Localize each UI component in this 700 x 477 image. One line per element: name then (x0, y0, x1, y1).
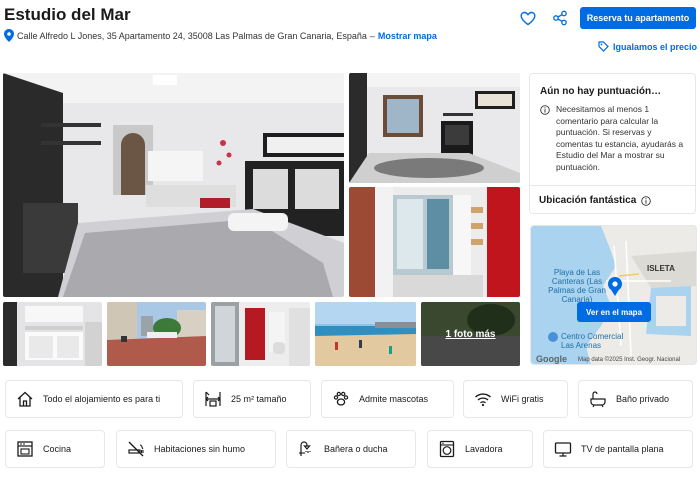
facility-label: Habitaciones sin humo (154, 444, 246, 454)
facility-size: 25 m² tamaño (193, 380, 311, 418)
no-smoking-icon (126, 439, 146, 459)
property-title: Estudio del Mar (4, 5, 131, 24)
map-label-mall: Centro Comercial Las Arenas (561, 332, 624, 350)
show-map-link[interactable]: Mostrar mapa (378, 31, 437, 41)
score-card-body: Necesitamos al menos 1 comentario para c… (540, 104, 690, 173)
map-label-beach: Playa de Las Canteras (Las Palmas de Gra… (548, 268, 606, 304)
street-image (107, 302, 206, 366)
facility-kitchen: Cocina (5, 430, 105, 468)
beach-photo[interactable] (315, 302, 416, 366)
share-button[interactable] (551, 9, 569, 27)
hallway-image (211, 302, 310, 366)
facility-entire-place: Todo el alojamiento es para ti (5, 380, 183, 418)
stove-icon (15, 439, 35, 459)
paw-icon (331, 389, 351, 409)
bathroom-photo[interactable] (349, 187, 520, 297)
facility-wifi: WiFi gratis (463, 380, 568, 418)
facility-non-smoking: Habitaciones sin humo (116, 430, 276, 468)
price-match-link[interactable]: Igualamos el precio (598, 41, 697, 52)
show-on-map-button[interactable]: Ver en el mapa (577, 302, 651, 322)
kitchen-photo[interactable] (3, 302, 102, 366)
facility-label: Todo el alojamiento es para ti (43, 394, 161, 404)
score-card-text: Necesitamos al menos 1 comentario para c… (556, 104, 684, 172)
bathroom-image (349, 187, 520, 297)
facility-pets: Admite mascotas (321, 380, 454, 418)
review-score-card: Aún no hay puntuación… Necesitamos al me… (529, 73, 696, 214)
living-room-photo[interactable] (349, 73, 520, 183)
kitchen-image (3, 302, 102, 366)
more-photos-button[interactable]: 1 foto más (421, 302, 520, 366)
facility-label: WiFi gratis (501, 394, 544, 404)
main-photo[interactable] (3, 73, 344, 297)
google-logo: Google (536, 354, 567, 364)
price-tag-icon (598, 41, 609, 52)
location-info-icon[interactable] (641, 195, 652, 206)
map-data-credit: Map data ©2025 Inst. Geogr. Nacional (578, 357, 681, 363)
beach-image (315, 302, 416, 366)
washer-icon (437, 439, 457, 459)
wifi-icon (473, 389, 493, 409)
map-label-isleta: ISLETA (647, 264, 675, 273)
price-match-label: Igualamos el precio (613, 41, 698, 52)
location-pin-icon (4, 29, 14, 42)
facility-label: 25 m² tamaño (231, 394, 287, 404)
location-label: Ubicación fantástica (539, 195, 637, 206)
shower-icon (296, 439, 316, 459)
facility-label: Lavadora (465, 444, 503, 454)
address-text: Calle Alfredo L Jones, 35 Apartamento 24… (17, 30, 367, 41)
address-row: Calle Alfredo L Jones, 35 Apartamento 24… (4, 29, 437, 42)
facility-label: Admite mascotas (359, 394, 429, 404)
score-card-title: Aún no hay puntuación… (540, 86, 662, 97)
facility-label: Baño privado (616, 394, 670, 404)
facility-private-bath: Baño privado (578, 380, 693, 418)
share-icon (553, 10, 567, 26)
location-highlight: Ubicación fantástica (539, 195, 652, 206)
address-separator: – (369, 30, 375, 41)
bedroom-photo (3, 73, 344, 297)
info-icon (540, 105, 550, 115)
facility-label: TV de pantalla plana (581, 444, 664, 454)
score-card-divider (530, 185, 695, 186)
hallway-photo[interactable] (211, 302, 310, 366)
save-favorite-button[interactable] (519, 9, 537, 27)
living-room-image (349, 73, 520, 183)
facility-bath-or-shower: Bañera o ducha (286, 430, 416, 468)
facility-flat-tv: TV de pantalla plana (543, 430, 693, 468)
tv-icon (553, 439, 573, 459)
facility-washer: Lavadora (427, 430, 533, 468)
heart-icon (520, 11, 536, 25)
map-preview[interactable]: Playa de Las Canteras (Las Palmas de Gra… (530, 225, 697, 365)
street-photo[interactable] (107, 302, 206, 366)
size-icon (203, 389, 223, 409)
facility-label: Cocina (43, 444, 72, 454)
bath-icon (588, 389, 608, 409)
reserve-button[interactable]: Reserva tu apartamento (580, 7, 696, 29)
house-icon (15, 389, 35, 409)
facility-label: Bañera o ducha (324, 444, 388, 454)
